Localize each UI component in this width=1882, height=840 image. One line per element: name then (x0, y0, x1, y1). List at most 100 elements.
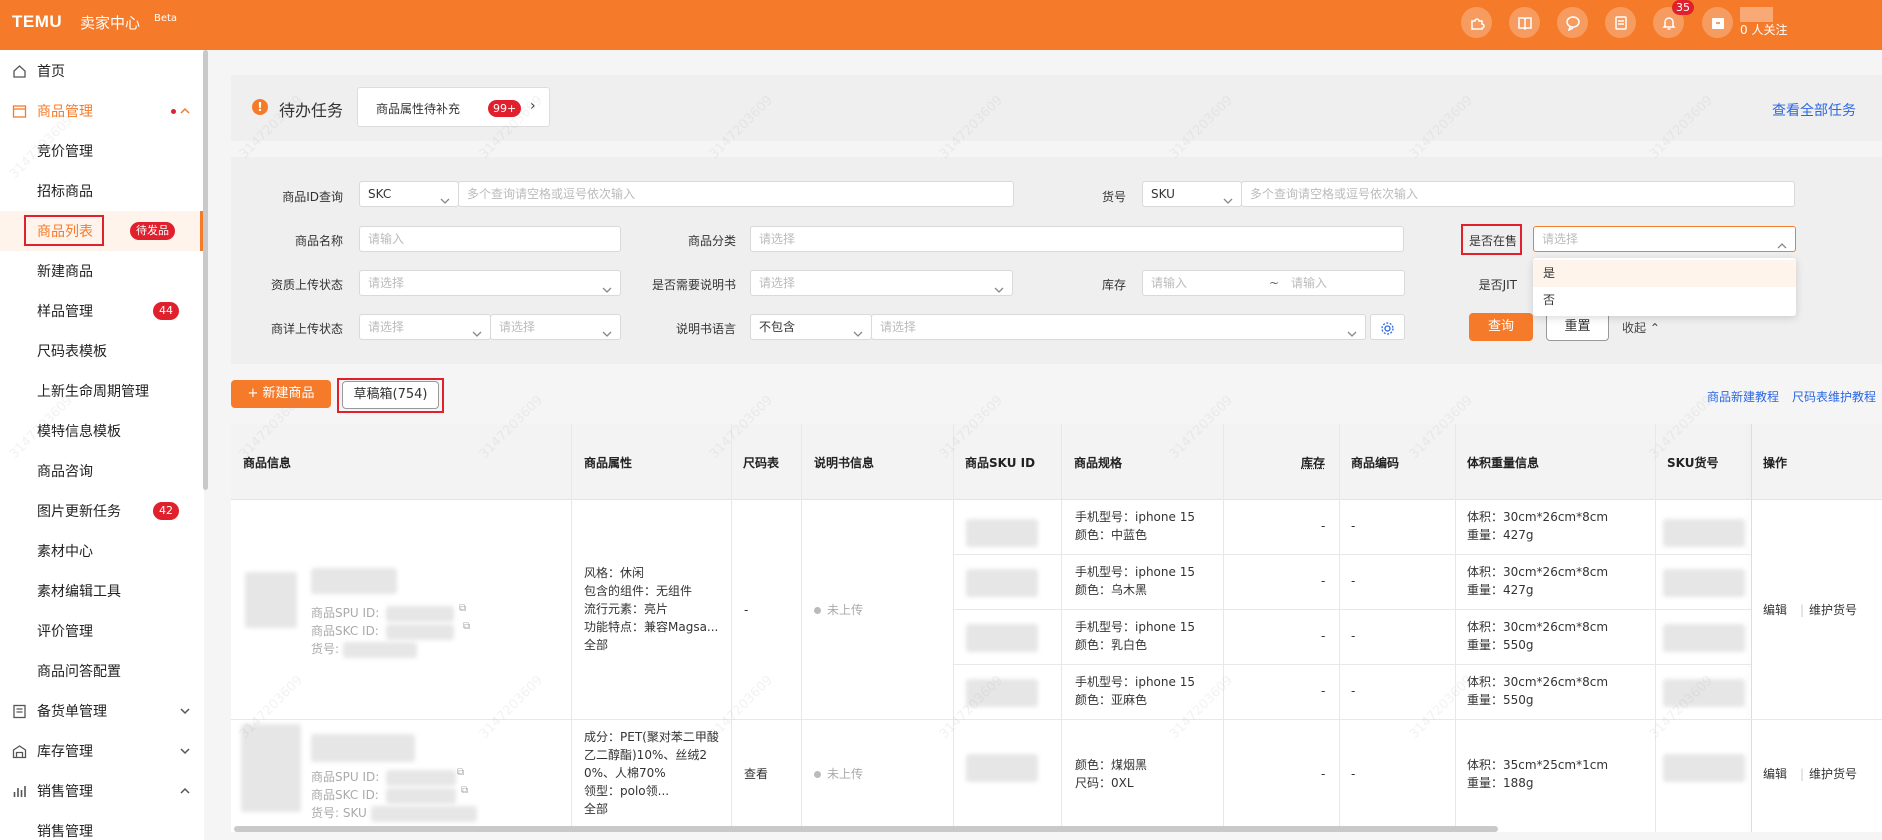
sidebar-item-lifecycle[interactable]: 上新生命周期管理 (0, 373, 204, 409)
product-thumbnail[interactable] (245, 572, 297, 628)
stock-from[interactable]: 请输入 (1151, 276, 1187, 290)
tutorial-size-chart-link[interactable]: 尺码表维护教程 (1792, 388, 1876, 405)
sidebar-item-image-tasks[interactable]: 图片更新任务 42 (0, 493, 204, 529)
stock-range-input[interactable]: 请输入 ~ 请输入 (1142, 270, 1405, 296)
dropdown-option-no[interactable]: 否 (1533, 287, 1796, 314)
category-select[interactable]: 请选择 (750, 226, 1404, 252)
col-divider (801, 424, 802, 832)
attrs-all-link[interactable]: 全部 (584, 636, 608, 654)
copy-icon[interactable]: ⧉ (459, 600, 466, 618)
warehouse-icon (12, 744, 27, 759)
maintain-code-link[interactable]: 维护货号 (1809, 765, 1857, 783)
weight-line: 重量：427g (1467, 583, 1534, 597)
sidebar-item-bidding[interactable]: 竞价管理 (0, 133, 204, 169)
select-value: 不包含 (759, 320, 796, 334)
qualification-select[interactable]: 请选择 (359, 270, 621, 296)
sidebar-item-asset-editor[interactable]: 素材编辑工具 (0, 573, 204, 609)
sidebar-item-samples[interactable]: 样品管理 44 (0, 293, 204, 329)
chat-icon[interactable] (1557, 7, 1588, 38)
sidebar-item-new-product[interactable]: 新建商品 (0, 253, 204, 289)
product-id-type-select[interactable]: SKC (359, 181, 459, 207)
edit-link[interactable]: 编辑 (1763, 601, 1787, 619)
sidebar-item-size-template[interactable]: 尺码表模板 (0, 333, 204, 369)
search-button[interactable]: 查询 (1469, 313, 1533, 341)
task-card-attributes[interactable]: 商品属性待补充 99+ › (357, 87, 550, 127)
sidebar-item-stock-orders[interactable]: 备货单管理 (0, 693, 204, 729)
view-all-tasks-link[interactable]: 查看全部任务 (1772, 100, 1856, 120)
sidebar-item-tender[interactable]: 招标商品 (0, 173, 204, 209)
select-placeholder: 请选择 (368, 320, 405, 334)
action-separator: | (1800, 767, 1805, 781)
sidebar-item-reviews[interactable]: 评价管理 (0, 613, 204, 649)
copy-icon[interactable]: ⧉ (463, 618, 470, 636)
on-sale-select[interactable]: 请选择 (1533, 226, 1796, 252)
chevron-up-icon: ⌃ (1649, 321, 1660, 335)
spec-line: 颜色：中蓝色 (1075, 528, 1148, 542)
copy-icon[interactable]: ⧉ (457, 764, 464, 782)
manual-language-mode-select[interactable]: 不包含 (750, 314, 872, 340)
reset-button[interactable]: 重置 (1546, 313, 1609, 341)
product-id-input[interactable]: 多个查询请空格或逗号依次输入 (458, 181, 1014, 207)
book-icon[interactable] (1509, 7, 1540, 38)
stock-to[interactable]: 请输入 (1291, 271, 1327, 295)
settings-button[interactable] (1370, 314, 1405, 340)
sidebar-item-label: 模特信息模板 (37, 424, 121, 440)
sidebar-item-sales[interactable]: 销售管理 (0, 773, 204, 809)
sku-divider (953, 664, 1751, 665)
col-header-actions: 操作 (1763, 456, 1788, 470)
product-name-input[interactable]: 请输入 (359, 226, 621, 252)
sidebar-item-sales-sub[interactable]: 销售管理 (0, 813, 204, 840)
count-badge: 44 (153, 302, 179, 320)
collapse-toggle[interactable]: 收起 ⌃ (1622, 319, 1660, 336)
top-bar: TEMU 卖家中心 Beta 35 0 人关注 (0, 0, 1882, 50)
select-placeholder: 请选择 (759, 276, 796, 290)
detail-upload-label: 商详上传状态 (270, 322, 343, 336)
col-divider (1339, 424, 1340, 832)
size-chart-view-link[interactable]: 查看 (744, 765, 768, 783)
stock-value: - (1321, 629, 1326, 643)
sidebar-item-product-management[interactable]: 商品管理 (0, 93, 204, 129)
beta-label: Beta (154, 13, 178, 24)
dropdown-option-yes[interactable]: 是 (1533, 260, 1796, 287)
sidebar-item-assets[interactable]: 素材中心 (0, 533, 204, 569)
manual-need-select[interactable]: 请选择 (750, 270, 1013, 296)
product-title-blurred[interactable] (311, 568, 397, 594)
clipboard-icon[interactable] (1605, 7, 1636, 38)
manual-language-select[interactable]: 请选择 (871, 314, 1366, 340)
sidebar-item-home[interactable]: 首页 (0, 53, 204, 89)
qualification-label: 资质上传状态 (270, 278, 343, 292)
col-header-stock[interactable]: 库存 (1301, 454, 1325, 471)
table-horizontal-scrollbar[interactable] (234, 826, 1498, 832)
spec-line: 颜色：亚麻色 (1075, 693, 1148, 707)
sku-code-input[interactable]: 多个查询请空格或逗号依次输入 (1241, 181, 1795, 207)
puzzle-icon[interactable] (1461, 7, 1492, 38)
sidebar-item-model-template[interactable]: 模特信息模板 (0, 413, 204, 449)
new-product-button[interactable]: + 新建商品 (231, 380, 331, 408)
drafts-button[interactable]: 草稿箱(754) (342, 381, 439, 409)
detail-status-select-1[interactable]: 请选择 (359, 314, 491, 340)
stock-value: - (1321, 684, 1326, 698)
product-thumbnail[interactable] (241, 724, 301, 812)
col-header-sku-id: 商品SKU ID (965, 456, 1036, 470)
manual-status: 未上传 (814, 765, 863, 783)
detail-status-select-2[interactable]: 请选择 (490, 314, 621, 340)
sidebar-item-consult[interactable]: 商品咨询 (0, 453, 204, 489)
skc-id-label: 商品SKC ID: (311, 788, 379, 802)
spec-line: 手机型号：iphone 15 (1075, 565, 1195, 579)
copy-icon[interactable]: ⧉ (461, 782, 468, 800)
user-name-blurred[interactable] (1740, 7, 1773, 22)
edit-link[interactable]: 编辑 (1763, 765, 1787, 783)
col-header-attributes: 商品属性 (584, 456, 633, 470)
temu-logo[interactable]: TEMU (12, 12, 62, 32)
sidebar-item-inventory[interactable]: 库存管理 (0, 733, 204, 769)
attr-line: 风格：休闲 (584, 566, 645, 580)
tutorial-new-product-link[interactable]: 商品新建教程 (1707, 388, 1779, 405)
product-title-blurred[interactable] (311, 734, 415, 762)
weight-line: 重量：550g (1467, 638, 1534, 652)
store-icon[interactable] (1702, 7, 1733, 38)
sidebar-item-qa[interactable]: 商品问答配置 (0, 653, 204, 689)
sku-code-type-select[interactable]: SKU (1142, 181, 1242, 207)
new-dot (171, 109, 176, 114)
attrs-all-link[interactable]: 全部 (584, 800, 608, 818)
maintain-code-link[interactable]: 维护货号 (1809, 601, 1857, 619)
